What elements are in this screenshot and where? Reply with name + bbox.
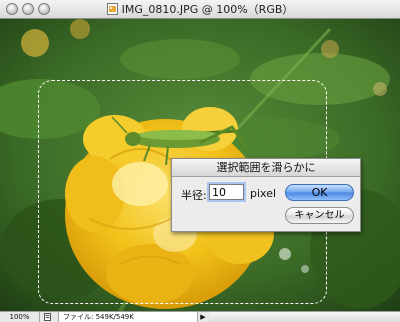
window-title: IMG_0810.JPG @ 100%（RGB） xyxy=(121,3,294,16)
status-menu-arrow-icon[interactable]: ▶ xyxy=(198,312,208,322)
radius-label: 半径: xyxy=(181,189,207,202)
radius-unit-label: pixel xyxy=(250,187,277,200)
photoshop-document-window: IMG_0810.JPG @ 100%（RGB） 選択範囲を滑らかに 半径: 1… xyxy=(0,0,400,322)
cancel-button[interactable]: キャンセル xyxy=(285,207,354,224)
dialog-title[interactable]: 選択範囲を滑らかに xyxy=(172,159,360,177)
jpeg-document-icon xyxy=(106,3,118,15)
window-title-wrap: IMG_0810.JPG @ 100%（RGB） xyxy=(0,2,400,17)
file-size-info: ファイル: 549K/549K xyxy=(58,312,198,322)
horizontal-scrollbar[interactable] xyxy=(209,312,400,322)
radius-input[interactable] xyxy=(207,182,246,202)
title-bar[interactable]: IMG_0810.JPG @ 100%（RGB） xyxy=(0,0,400,19)
ok-button[interactable]: OK xyxy=(285,184,354,201)
zoom-level-field[interactable]: 100% xyxy=(0,312,40,322)
document-info-icon[interactable] xyxy=(44,313,51,321)
smooth-selection-dialog: 選択範囲を滑らかに 半径: pixel OK キャンセル xyxy=(171,158,361,232)
status-bar: 100% ファイル: 549K/549K ▶ xyxy=(0,311,400,322)
